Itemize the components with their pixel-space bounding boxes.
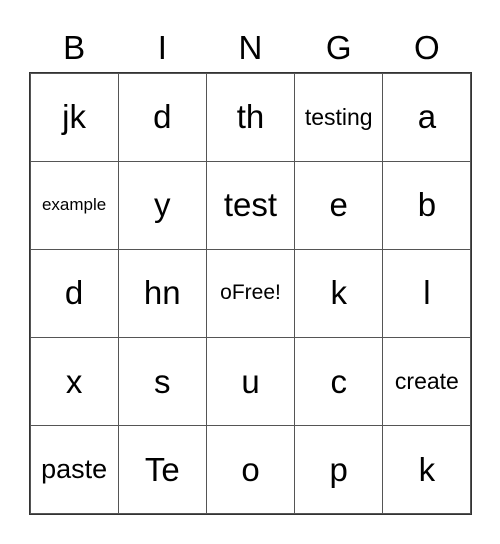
bingo-cell: b	[382, 160, 472, 250]
header-letter-b: B	[63, 29, 86, 66]
header-letter-n: N	[238, 29, 263, 66]
header-letter-o: O	[414, 29, 440, 66]
bingo-cell: x	[29, 337, 119, 427]
header-letter-g: G	[325, 29, 352, 66]
bingo-cell: k	[382, 425, 472, 515]
bingo-cell: Te	[117, 425, 207, 515]
bingo-cell: jk	[29, 72, 119, 162]
bingo-cell: testing	[294, 72, 384, 162]
bingo-grid: jk d th testing a example y test e b d h…	[29, 72, 472, 515]
bingo-cell: create	[382, 337, 472, 427]
header-letter-i: I	[157, 29, 167, 66]
bingo-cell: d	[29, 248, 119, 339]
bingo-cell: o	[205, 425, 296, 515]
bingo-cell: d	[117, 72, 207, 162]
bingo-cell: th	[205, 72, 296, 162]
bingo-cell: s	[117, 337, 207, 427]
bingo-cell: k	[294, 248, 384, 339]
bingo-cell: p	[294, 425, 384, 515]
bingo-cell: test	[205, 160, 296, 250]
bingo-cell: hn	[117, 248, 207, 339]
bingo-cell: u	[205, 337, 296, 427]
bingo-header: B I N G O	[30, 28, 471, 68]
bingo-cell: example	[29, 160, 119, 250]
bingo-cell: l	[382, 248, 472, 339]
bingo-cell: c	[294, 337, 384, 427]
free-space-cell: oFree!	[205, 248, 296, 339]
bingo-cell: paste	[29, 425, 119, 515]
bingo-cell: y	[117, 160, 207, 250]
bingo-cell: a	[382, 72, 472, 162]
bingo-cell: e	[294, 160, 384, 250]
